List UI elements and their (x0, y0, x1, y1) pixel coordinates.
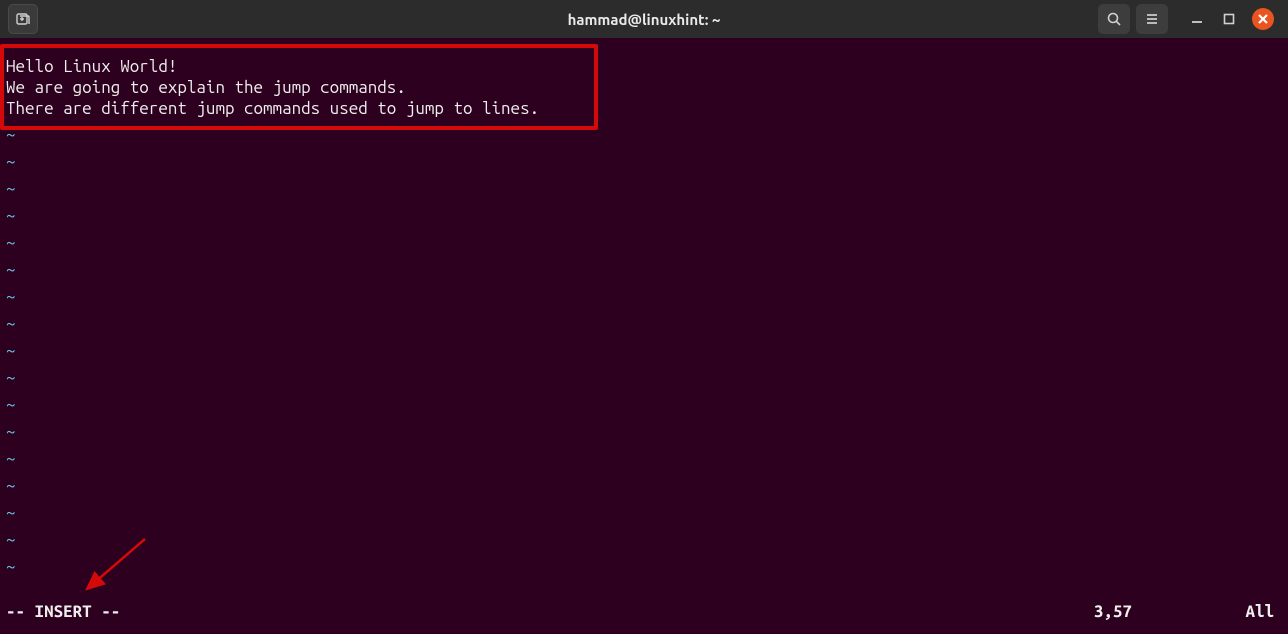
editor-content: Hello Linux World! We are going to expla… (6, 42, 1282, 119)
tilde-line: ~ (6, 175, 1282, 202)
menu-button[interactable] (1136, 4, 1168, 34)
tilde-line: ~ (6, 472, 1282, 499)
cursor-position: 3,57 (1094, 601, 1132, 622)
close-icon (1258, 14, 1268, 24)
editor-line: Hello Linux World! (6, 56, 1282, 77)
titlebar: hammad@linuxhint: ~ (0, 0, 1288, 38)
window-title: hammad@linuxhint: ~ (568, 11, 721, 28)
tilde-line: ~ (6, 418, 1282, 445)
tilde-line: ~ (6, 148, 1282, 175)
terminal-body[interactable]: Hello Linux World! We are going to expla… (0, 38, 1288, 634)
minimize-icon (1190, 12, 1204, 26)
tilde-line: ~ (6, 391, 1282, 418)
maximize-button[interactable] (1220, 10, 1238, 28)
tilde-line: ~ (6, 364, 1282, 391)
window-controls (1188, 8, 1274, 30)
editor-line: We are going to explain the jump command… (6, 77, 1282, 98)
tilde-line: ~ (6, 526, 1282, 553)
new-tab-icon (15, 11, 31, 27)
tilde-line: ~ (6, 499, 1282, 526)
tilde-line: ~ (6, 445, 1282, 472)
minimize-button[interactable] (1188, 10, 1206, 28)
maximize-icon (1222, 12, 1236, 26)
hamburger-icon (1144, 11, 1160, 27)
tilde-line: ~ (6, 283, 1282, 310)
tilde-line: ~ (6, 337, 1282, 364)
search-button[interactable] (1098, 4, 1130, 34)
vim-mode: -- INSERT -- (6, 601, 120, 622)
tilde-line: ~ (6, 310, 1282, 337)
close-button[interactable] (1252, 8, 1274, 30)
titlebar-right-controls (1098, 4, 1280, 34)
vim-status-bar: -- INSERT -- 3,57 All (6, 601, 1282, 622)
tilde-line: ~ (6, 256, 1282, 283)
editor-line: There are different jump commands used t… (6, 98, 1282, 119)
scroll-percent: All (1245, 601, 1274, 622)
search-icon (1106, 11, 1122, 27)
tilde-line: ~ (6, 229, 1282, 256)
new-tab-button[interactable] (8, 4, 38, 34)
tilde-line: ~ (6, 121, 1282, 148)
tilde-line: ~ (6, 202, 1282, 229)
tilde-line: ~ (6, 553, 1282, 580)
empty-lines: ~ ~ ~ ~ ~ ~ ~ ~ ~ ~ ~ ~ ~ ~ ~ ~ ~ (6, 121, 1282, 580)
